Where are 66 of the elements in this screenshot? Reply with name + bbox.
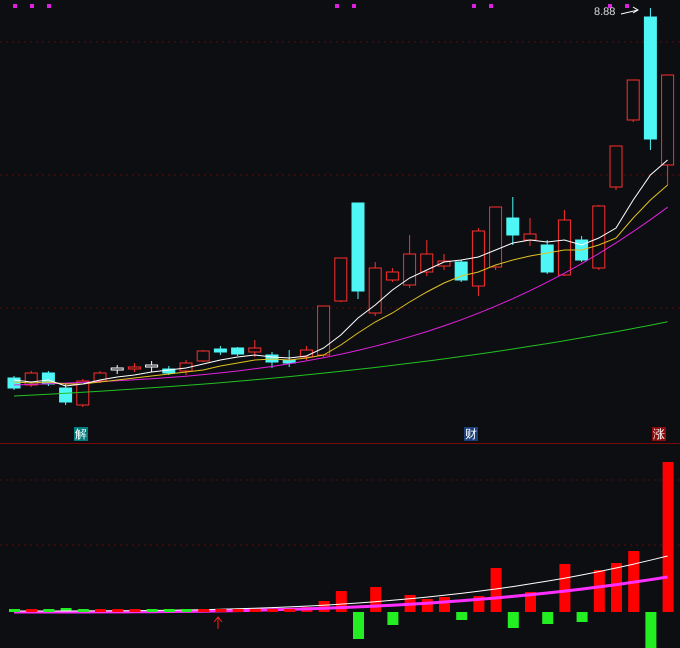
candlestick	[472, 228, 485, 296]
volume-bar	[9, 609, 20, 612]
candlestick	[317, 306, 330, 358]
volume-bar	[129, 609, 140, 612]
signal-marker: 解	[74, 427, 88, 441]
candlestick	[626, 80, 640, 122]
volume-bar	[387, 612, 398, 625]
volume-bar	[250, 609, 261, 612]
price-label: 8.88	[594, 6, 616, 18]
volume-bar	[594, 570, 605, 612]
volume-bar	[95, 609, 106, 612]
up-arrow-icon	[214, 616, 222, 630]
candlestick	[334, 258, 348, 302]
candlestick	[282, 350, 296, 368]
candlestick	[368, 262, 382, 316]
volume-bar	[645, 612, 656, 648]
volume-bar	[26, 609, 38, 612]
candlestick	[540, 240, 554, 274]
candlestick	[575, 236, 588, 262]
volume-bar	[353, 612, 364, 639]
signal-marker: 涨	[652, 427, 666, 441]
candlestick	[558, 210, 571, 276]
volume-bar	[232, 609, 244, 612]
candlestick	[180, 360, 192, 376]
candlestick	[489, 206, 502, 270]
volume-bar	[43, 609, 54, 612]
volume-bar	[215, 609, 226, 612]
volume-bar	[181, 609, 192, 612]
candlestick	[610, 146, 622, 190]
volume-bar	[164, 609, 175, 612]
volume-bar	[198, 609, 210, 612]
volume-bar	[60, 608, 72, 612]
candlestick	[110, 364, 124, 374]
volume-bar	[628, 551, 640, 612]
volume-bar	[146, 609, 158, 612]
volume-bar	[456, 612, 468, 620]
arrow-icon	[620, 6, 639, 14]
volume-bar	[284, 609, 296, 612]
volume-bar	[611, 563, 622, 612]
candlestick	[266, 352, 278, 368]
candlestick	[592, 204, 606, 270]
candlestick	[403, 234, 416, 288]
candlestick	[300, 346, 313, 360]
candlestick	[145, 360, 158, 372]
volume-bar	[576, 612, 588, 622]
volume-bar	[542, 612, 554, 624]
candlestick	[231, 346, 244, 356]
candlestick	[248, 340, 262, 358]
candlestick	[386, 268, 399, 282]
volume-bar	[559, 564, 570, 612]
candlestick	[196, 350, 210, 362]
volume-bar	[78, 609, 89, 612]
candlestick	[506, 196, 520, 246]
volume-bar	[508, 612, 519, 628]
candlestick	[94, 370, 106, 384]
candlestick	[524, 218, 536, 246]
volume-bar	[490, 568, 502, 612]
volume-bar	[112, 609, 124, 612]
candlestick	[59, 384, 72, 406]
volume-bar	[267, 609, 278, 612]
candlestick	[162, 366, 176, 376]
signal-marker: 财	[464, 427, 478, 441]
candlestick	[438, 254, 450, 270]
candlestick	[128, 362, 141, 372]
candlestick	[454, 260, 468, 282]
candlestick	[420, 240, 434, 276]
